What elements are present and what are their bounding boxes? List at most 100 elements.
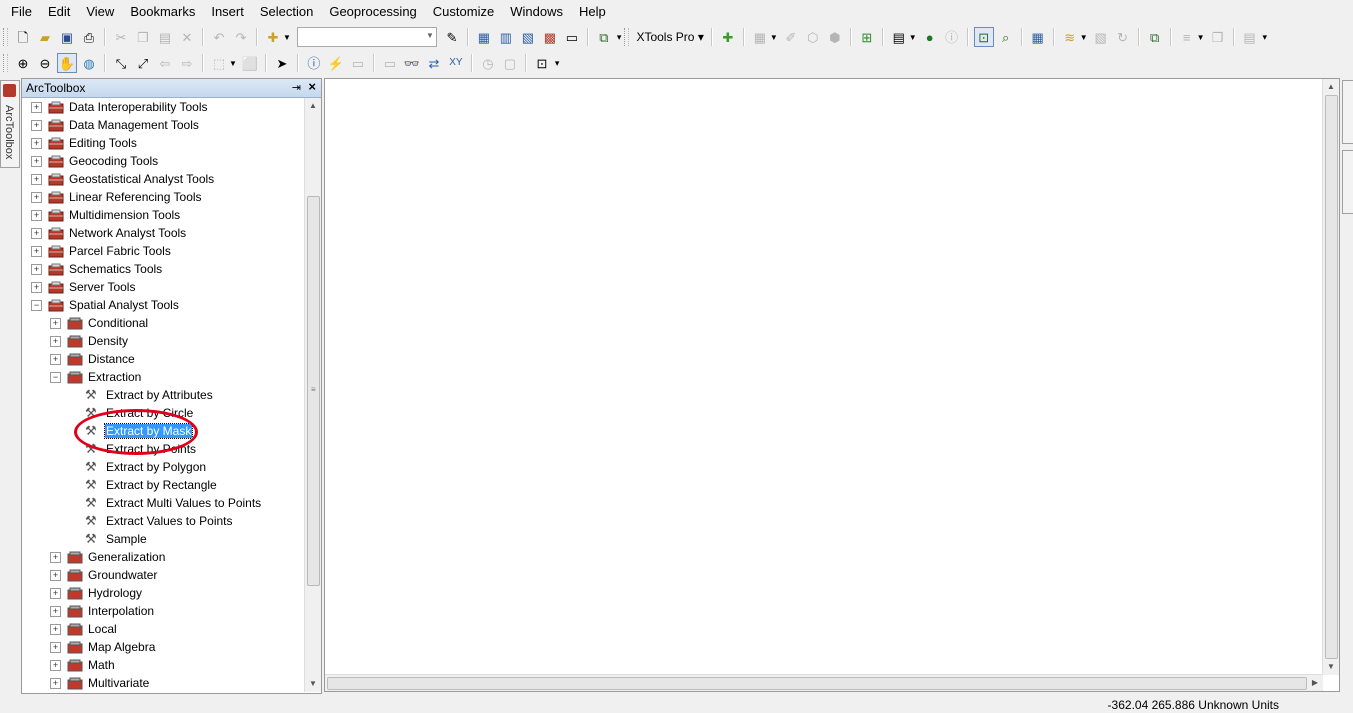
search-window-icon[interactable]: ▧ [518,27,538,47]
scroll-thumb[interactable] [1325,95,1338,659]
expand-icon[interactable]: + [31,137,42,149]
grid-tool-icon[interactable]: ▦ [1028,27,1048,47]
cut-icon[interactable]: ✂ [111,27,131,47]
expand-icon[interactable]: + [31,119,42,131]
catalog-icon[interactable]: ▥ [496,27,516,47]
toolset-node[interactable]: + Map Algebra [50,638,156,656]
create-viewer-icon[interactable]: ▢ [500,53,520,73]
toolbox-node[interactable]: + Data Management Tools [31,116,200,134]
hyperlink-icon[interactable]: ⚡ [326,53,346,73]
chevron-down-icon[interactable]: ▼ [909,33,917,42]
chevron-down-icon[interactable]: ▼ [283,33,291,42]
map-scale-combo[interactable]: ▼ [296,27,437,47]
fixed-zoom-out-icon[interactable]: ⤢ [133,53,153,73]
map-display[interactable]: ▲ ▼ ▶ [324,78,1340,692]
scroll-right-icon[interactable]: ▶ [1307,675,1323,691]
chevron-down-icon[interactable]: ▼ [426,31,434,40]
expand-icon[interactable]: + [50,623,61,635]
fixed-zoom-in-icon[interactable]: ⤡ [111,53,131,73]
menu-bookmarks[interactable]: Bookmarks [122,0,203,24]
go-to-xy-icon[interactable]: XY [446,53,466,73]
tool-node[interactable]: ⚒ Extract by Attributes [85,386,214,404]
expand-icon[interactable]: + [50,677,61,689]
tool-node[interactable]: ⚒ Extract by Polygon [85,458,207,476]
tool-node[interactable]: ⚒ Extract by Mask [85,422,194,440]
add-data-icon[interactable]: ✚ [263,27,283,47]
toolset-node[interactable]: + Distance [50,350,136,368]
chevron-down-icon[interactable]: ▼ [229,59,237,68]
menu-geoprocessing[interactable]: Geoprocessing [321,0,424,24]
expand-icon[interactable]: + [31,281,42,293]
expand-icon[interactable]: + [31,101,42,113]
menu-insert[interactable]: Insert [203,0,252,24]
scroll-thumb[interactable]: ≡ [307,196,320,586]
expand-icon[interactable]: + [50,569,61,581]
expand-icon[interactable]: + [50,335,61,347]
delete-icon[interactable]: ✕ [177,27,197,47]
open-folder-icon[interactable]: ▰ [35,27,55,47]
menu-edit[interactable]: Edit [40,0,78,24]
map-vertical-scrollbar[interactable]: ▲ ▼ [1322,79,1339,675]
toolset-node[interactable]: + Local [50,620,118,638]
toolset-node[interactable]: + Groundwater [50,566,158,584]
table-operations-icon[interactable]: ▦ [750,27,770,47]
undo-icon[interactable]: ↶ [209,27,229,47]
toolbox-node[interactable]: + Server Tools [31,278,136,296]
model-builder-icon[interactable]: ⧉ [594,27,614,47]
time-slider-icon[interactable]: ◷ [478,53,498,73]
pane-header[interactable]: ArcToolbox ⇥ × [22,79,321,98]
menu-customize[interactable]: Customize [425,0,502,24]
full-extent-icon[interactable]: ◍ [79,53,99,73]
menu-windows[interactable]: Windows [502,0,571,24]
toolbox-node[interactable]: + Geocoding Tools [31,152,159,170]
expand-icon[interactable]: + [31,245,42,257]
scroll-down-icon[interactable]: ▼ [1323,659,1339,675]
print-icon[interactable]: ⎙ [79,27,99,47]
toolset-node[interactable]: + Math [50,656,116,674]
pan-hand-icon[interactable]: ✋ [57,53,77,73]
scroll-up-icon[interactable]: ▲ [305,98,321,114]
menu-view[interactable]: View [78,0,122,24]
expand-icon[interactable]: + [50,353,61,365]
html-popup-icon[interactable]: ▭ [348,53,368,73]
tool-node[interactable]: ⚒ Sample [85,530,148,548]
toolset-node[interactable]: + Density [50,332,129,350]
toolbox-node[interactable]: + Linear Referencing Tools [31,188,203,206]
scroll-thumb[interactable] [327,677,1307,690]
sql-icon[interactable]: ▤ [1240,27,1260,47]
expand-icon[interactable]: + [50,551,61,563]
toolbar-grip[interactable] [3,28,8,46]
toolset-node[interactable]: + Conditional [50,314,149,332]
new-document-icon[interactable]: 🗋 [13,27,33,47]
editor-toolbar-icon[interactable]: ✎ [442,27,462,47]
refresh-icon[interactable]: ↻ [1113,27,1133,47]
save-icon[interactable]: ▣ [57,27,77,47]
menu-selection[interactable]: Selection [252,0,321,24]
clear-icon[interactable]: ▧ [1091,27,1111,47]
toolbox-node[interactable]: + Parcel Fabric Tools [31,242,172,260]
toolbar-options-icon[interactable]: ▾ [555,58,560,69]
convert-tool-icon[interactable]: ⬢ [825,27,845,47]
toolbox-node[interactable]: + Network Analyst Tools [31,224,187,242]
find-route-icon[interactable]: ⇄ [424,53,444,73]
copy-icon[interactable]: ❐ [133,27,153,47]
copy-layer-icon[interactable]: ❐ [1208,27,1228,47]
menu-file[interactable]: File [0,0,40,24]
info-disabled-icon[interactable]: ⓘ [942,27,962,47]
expand-icon[interactable]: + [31,155,42,167]
forward-arrow-icon[interactable]: ⇨ [177,53,197,73]
toolset-node[interactable]: + Interpolation [50,602,155,620]
add-layer-icon[interactable]: ⊞ [857,27,877,47]
info-icon[interactable]: ● [920,27,940,47]
map-horizontal-scrollbar[interactable]: ▶ [325,674,1323,691]
toolset-node[interactable]: + Generalization [50,548,166,566]
chevron-down-icon[interactable]: ▼ [1080,33,1088,42]
tree-scrollbar[interactable]: ▲ ≡ ▼ [304,98,321,692]
layer-manager-icon[interactable]: ▤ [889,27,909,47]
find-icon[interactable]: ⌕ [996,27,1016,47]
toolbox-node[interactable]: + Schematics Tools [31,260,163,278]
chevron-down-icon[interactable]: ▼ [1197,33,1205,42]
toolbox-node[interactable]: + Editing Tools [31,134,138,152]
toolbar-options-icon[interactable]: ▾ [1263,32,1268,43]
toolset-node[interactable]: + Hydrology [50,584,143,602]
